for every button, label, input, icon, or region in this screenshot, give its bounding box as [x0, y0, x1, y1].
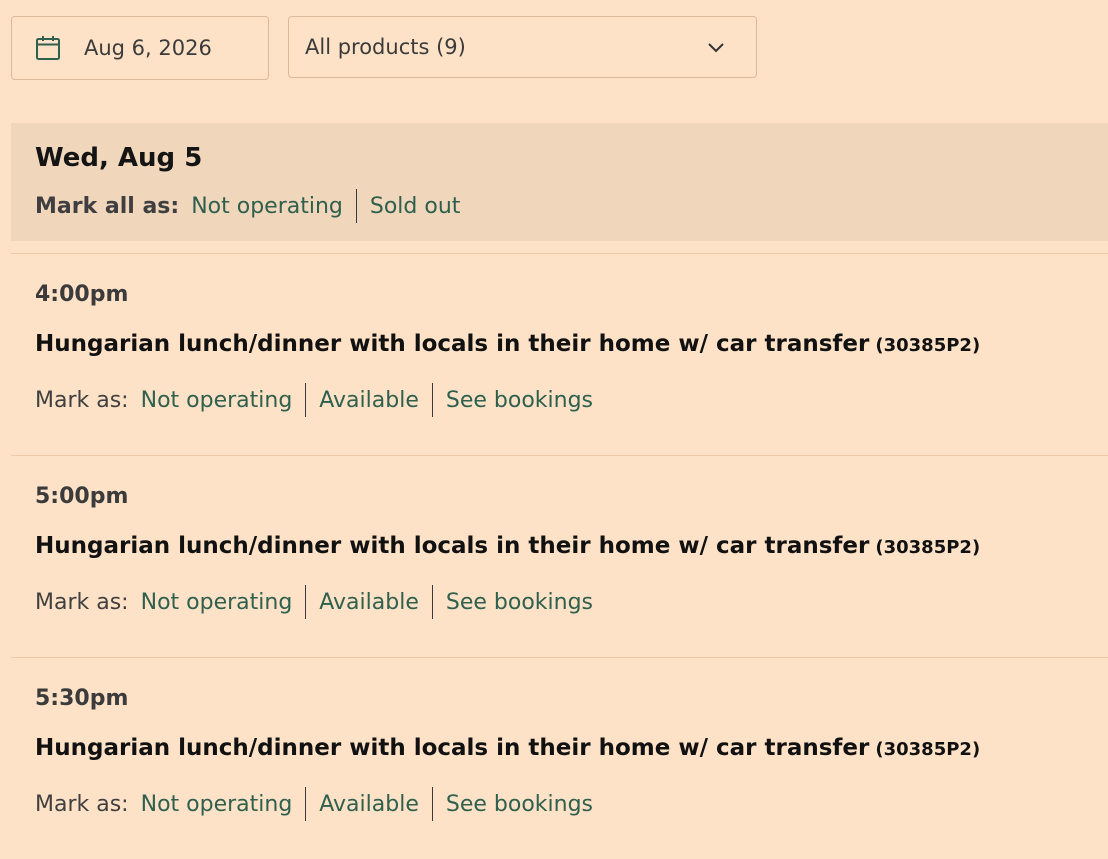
- available-link[interactable]: Available: [319, 388, 419, 413]
- calendar-icon: [34, 34, 62, 62]
- divider: [355, 189, 357, 223]
- product-name: Hungarian lunch/dinner with locals in th…: [35, 331, 870, 357]
- mark-all-not-operating-link[interactable]: Not operating: [191, 194, 343, 219]
- not-operating-link[interactable]: Not operating: [141, 388, 293, 413]
- chevron-down-icon: [706, 37, 726, 57]
- product-select-value: All products (9): [305, 35, 466, 59]
- mark-as-label: Mark as:: [35, 589, 129, 615]
- time-slot: 4:00pm Hungarian lunch/dinner with local…: [11, 253, 1108, 455]
- slot-time: 5:00pm: [35, 484, 129, 509]
- slot-actions: Mark as: Not operating Available See boo…: [35, 585, 1108, 619]
- see-bookings-link[interactable]: See bookings: [446, 590, 593, 615]
- product-select[interactable]: All products (9): [288, 16, 757, 78]
- mark-all-sold-out-link[interactable]: Sold out: [370, 194, 461, 219]
- mark-as-label: Mark as:: [35, 387, 129, 413]
- product-code: (30385P2): [875, 335, 981, 356]
- mark-all-label: Mark all as:: [35, 193, 180, 219]
- mark-all-row: Mark all as: Not operating Sold out: [35, 189, 1108, 223]
- slot-time: 5:30pm: [35, 686, 129, 711]
- see-bookings-link[interactable]: See bookings: [446, 792, 593, 817]
- product-name: Hungarian lunch/dinner with locals in th…: [35, 735, 870, 761]
- date-picker-button[interactable]: Aug 6, 2026: [11, 16, 269, 80]
- day-title: Wed, Aug 5: [35, 143, 203, 173]
- product-name: Hungarian lunch/dinner with locals in th…: [35, 533, 870, 559]
- slot-actions: Mark as: Not operating Available See boo…: [35, 383, 1108, 417]
- divider: [305, 787, 307, 821]
- divider: [305, 585, 307, 619]
- time-slot: 5:30pm Hungarian lunch/dinner with local…: [11, 657, 1108, 859]
- day-header: Wed, Aug 5 Mark all as: Not operating So…: [11, 123, 1108, 241]
- see-bookings-link[interactable]: See bookings: [446, 388, 593, 413]
- divider: [305, 383, 307, 417]
- not-operating-link[interactable]: Not operating: [141, 590, 293, 615]
- divider: [431, 585, 433, 619]
- divider: [431, 383, 433, 417]
- slot-product-title: Hungarian lunch/dinner with locals in th…: [35, 735, 1108, 761]
- time-slot: 5:00pm Hungarian lunch/dinner with local…: [11, 455, 1108, 657]
- filters-bar: Aug 6, 2026 All products (9): [11, 16, 757, 80]
- available-link[interactable]: Available: [319, 590, 419, 615]
- available-link[interactable]: Available: [319, 792, 419, 817]
- mark-as-label: Mark as:: [35, 791, 129, 817]
- divider: [431, 787, 433, 821]
- slot-actions: Mark as: Not operating Available See boo…: [35, 787, 1108, 821]
- slot-time: 4:00pm: [35, 282, 129, 307]
- date-value: Aug 6, 2026: [84, 36, 212, 60]
- slot-product-title: Hungarian lunch/dinner with locals in th…: [35, 331, 1108, 357]
- not-operating-link[interactable]: Not operating: [141, 792, 293, 817]
- product-code: (30385P2): [875, 537, 981, 558]
- slot-product-title: Hungarian lunch/dinner with locals in th…: [35, 533, 1108, 559]
- product-code: (30385P2): [875, 739, 981, 760]
